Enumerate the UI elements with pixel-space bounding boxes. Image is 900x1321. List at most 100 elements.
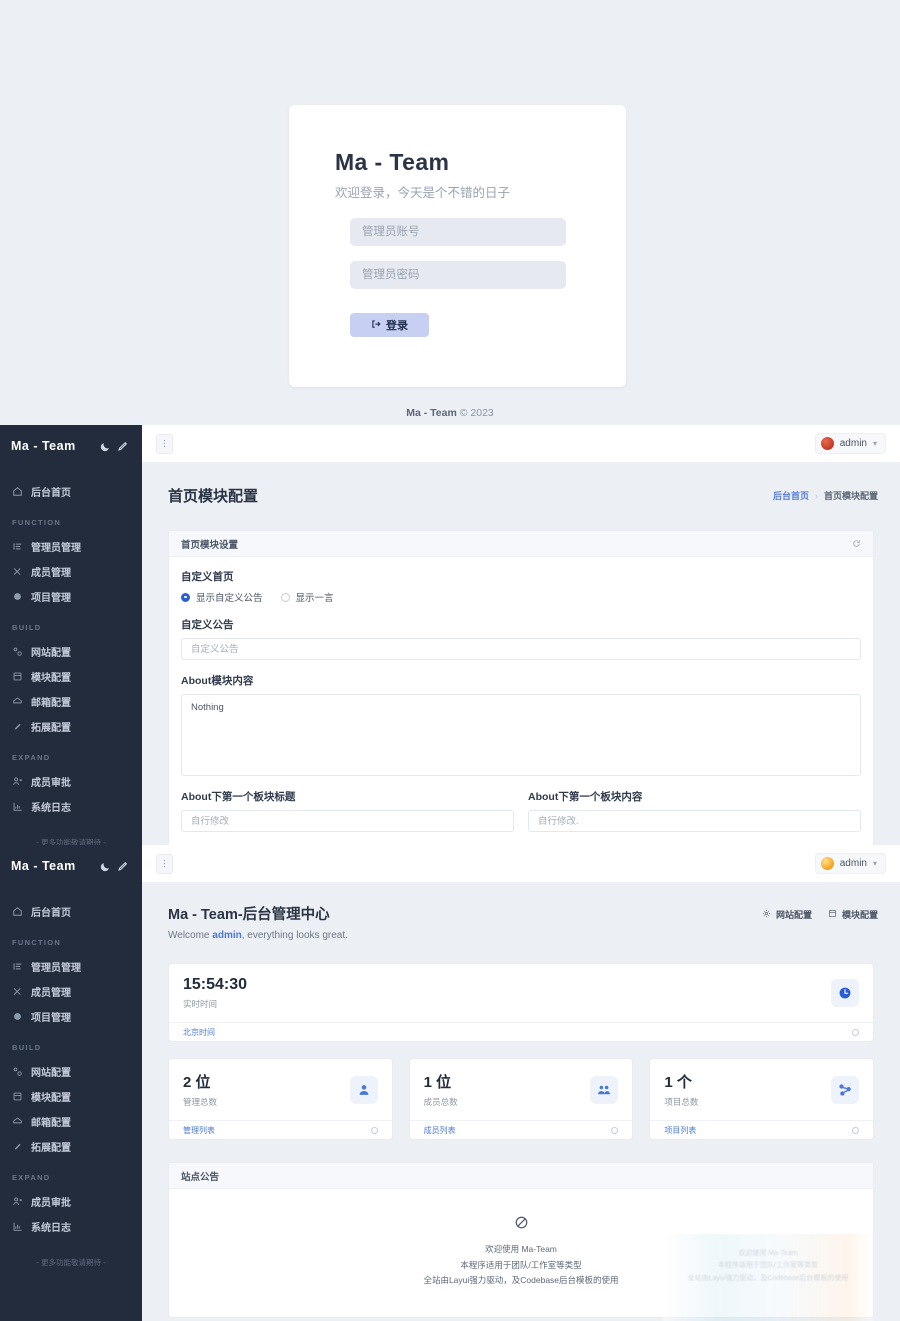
breadcrumb-home[interactable]: 后台首页 [773,489,809,502]
sidebar-item-member-manage[interactable]: 成员管理 [0,979,142,1004]
action-site-config[interactable]: 网站配置 [762,908,812,921]
sidebar-item-admin-manage[interactable]: 管理员管理 [0,534,142,559]
custom-home-label: 自定义首页 [181,571,234,583]
username-input[interactable] [350,218,566,246]
login-card: Ma - Team 欢迎登录，今天是个不错的日子 登录 [289,105,626,387]
stat-projects-link[interactable]: 项目列表 [664,1125,696,1136]
about-sub-title-field: About下第一个板块标题 [181,789,514,845]
about-content-textarea[interactable]: Nothing [181,694,861,776]
list-icon [12,541,23,552]
welcome-user: admin [212,930,242,941]
sidebar-item-member-manage[interactable]: 成员管理 [0,559,142,584]
sidebar-label-system-log: 系统日志 [31,803,71,814]
sidebar-item-project-manage[interactable]: 项目管理 [0,1004,142,1029]
refresh-icon[interactable] [852,539,861,548]
sidebar-item-mail-config[interactable]: 邮箱配置 [0,689,142,714]
module-icon [12,1091,23,1102]
sidebar-item-system-log[interactable]: 系统日志 [0,794,142,819]
breadcrumb-current: 首页模块配置 [823,491,878,501]
box-icon [12,1011,23,1022]
sidebar-label-site-config: 网站配置 [31,1068,71,1079]
shuffle-icon [12,986,23,997]
sidebar-label-home: 后台首页 [31,488,71,499]
topbar-two: admin ▾ [142,845,900,883]
config-panel-title: 首页模块设置 [181,539,239,551]
radio-show-hitokoto[interactable]: 显示一言 [280,590,334,604]
clock-icon [831,979,859,1007]
sidebar-item-plugin-config[interactable]: 拓展配置 [0,714,142,739]
site-notice-panel: 站点公告 欢迎使用 Ma-Team 本程序适用于团队/工作室等类型 全站由Lay… [168,1162,874,1321]
sidebar-item-home[interactable]: 后台首页 [0,479,142,504]
sidebar-item-system-log[interactable]: 系统日志 [0,1214,142,1239]
login-submit-button[interactable]: 登录 [350,313,429,337]
plugin-icon [12,1141,23,1152]
dots-vertical-icon[interactable] [156,853,173,874]
sidebar-label-system-log: 系统日志 [31,1223,71,1234]
about-sub-title-input[interactable] [181,810,514,832]
site-notice-line-1: 欢迎使用 Ma-Team [485,1244,557,1254]
more-icon[interactable] [852,1028,859,1036]
action-module-config[interactable]: 模块配置 [828,908,878,921]
sidebar-item-module-config[interactable]: 模块配置 [0,664,142,689]
custom-notice-input[interactable] [181,638,861,660]
sidebar-label-project-manage: 项目管理 [31,1013,71,1024]
sidebar-item-member-approval[interactable]: 成员审批 [0,769,142,794]
sidebar-item-module-config[interactable]: 模块配置 [0,1084,142,1109]
stat-projects-footer: 项目列表 [650,1120,874,1139]
sidebar-item-site-config[interactable]: 网站配置 [0,1059,142,1084]
dashboard-actions: 网站配置 模块配置 [762,903,878,921]
sidebar-label-site-config: 网站配置 [31,648,71,659]
more-icon[interactable] [611,1126,619,1134]
sidebar-item-plugin-config[interactable]: 拓展配置 [0,1134,142,1159]
pen-icon[interactable] [114,438,131,455]
sidebar-item-admin-manage[interactable]: 管理员管理 [0,954,142,979]
stat-members-link[interactable]: 成员列表 [424,1125,456,1136]
stat-admins-caption: 管理总数 [183,1097,218,1107]
about-sub-fields: About下第一个板块标题 About下第一个板块内容 [181,789,861,845]
stat-admins-link[interactable]: 管理列表 [183,1125,215,1136]
sidebar-header-two: Ma - Team [0,845,142,887]
stat-projects-value: 1 个 [664,1074,692,1091]
stat-row: 2 位 管理总数 管理列表 1 位 成员总数 成员列表 1 个 项目总数 项目列… [168,1058,875,1140]
moon-icon[interactable] [97,858,114,875]
user-menu-two[interactable]: admin ▾ [814,853,886,874]
users-icon [590,1075,619,1104]
welcome-suffix: , everything looks great. [241,930,348,941]
time-card-text: 15:54:30 实时时间 [183,976,247,1010]
password-input[interactable] [350,261,566,289]
time-value: 15:54:30 [183,976,248,993]
mail-icon [12,1116,23,1127]
moon-icon[interactable] [97,438,114,455]
login-submit-label: 登录 [386,320,408,332]
plugin-icon [12,721,23,732]
sidebar-item-member-approval[interactable]: 成员审批 [0,1189,142,1214]
custom-home-radio-group: 显示自定义公告 显示一言 [181,590,861,604]
content-two: admin ▾ Ma - Team-后台管理中心 Welcome admin, … [142,845,900,1321]
sidebar-item-mail-config[interactable]: 邮箱配置 [0,1109,142,1134]
dots-vertical-icon[interactable] [156,433,173,454]
user-menu-one[interactable]: admin ▾ [814,433,886,454]
radio-dot [280,592,290,602]
pen-icon[interactable] [114,858,131,875]
chevron-down-icon: ▾ [872,439,877,448]
content-one: admin ▾ 首页模块配置 后台首页 › 首页模块配置 首页模块设置 自定义首… [142,425,900,845]
dashboard-welcome: Welcome admin, everything looks great. [168,930,348,941]
sidebar-item-home[interactable]: 后台首页 [0,899,142,924]
time-card: 15:54:30 实时时间 北京时间 [168,963,874,1042]
more-icon[interactable] [852,1126,860,1134]
sidebar-one: Ma - Team 后台首页 FUNCTION 管理员管理 成员管理 项目管理 … [0,425,142,845]
stat-admins-value: 2 位 [183,1074,211,1091]
more-icon[interactable] [370,1126,378,1134]
sidebar-item-project-manage[interactable]: 项目管理 [0,584,142,609]
settings-icon [12,1066,23,1077]
time-footer-link[interactable]: 北京时间 [183,1027,215,1038]
stat-members-main: 1 位 成员总数 [410,1059,633,1120]
stat-card-members: 1 位 成员总数 成员列表 [408,1058,634,1140]
radio-show-custom-notice[interactable]: 显示自定义公告 [181,590,263,604]
sidebar-item-site-config[interactable]: 网站配置 [0,639,142,664]
sidebar-label-mail-config: 邮箱配置 [31,698,71,709]
topbar-one: admin ▾ [142,425,900,463]
about-sub-content-input[interactable] [528,810,861,832]
radio-label-hitokoto: 显示一言 [295,593,334,604]
sidebar-logo-two: Ma - Team [11,859,76,873]
